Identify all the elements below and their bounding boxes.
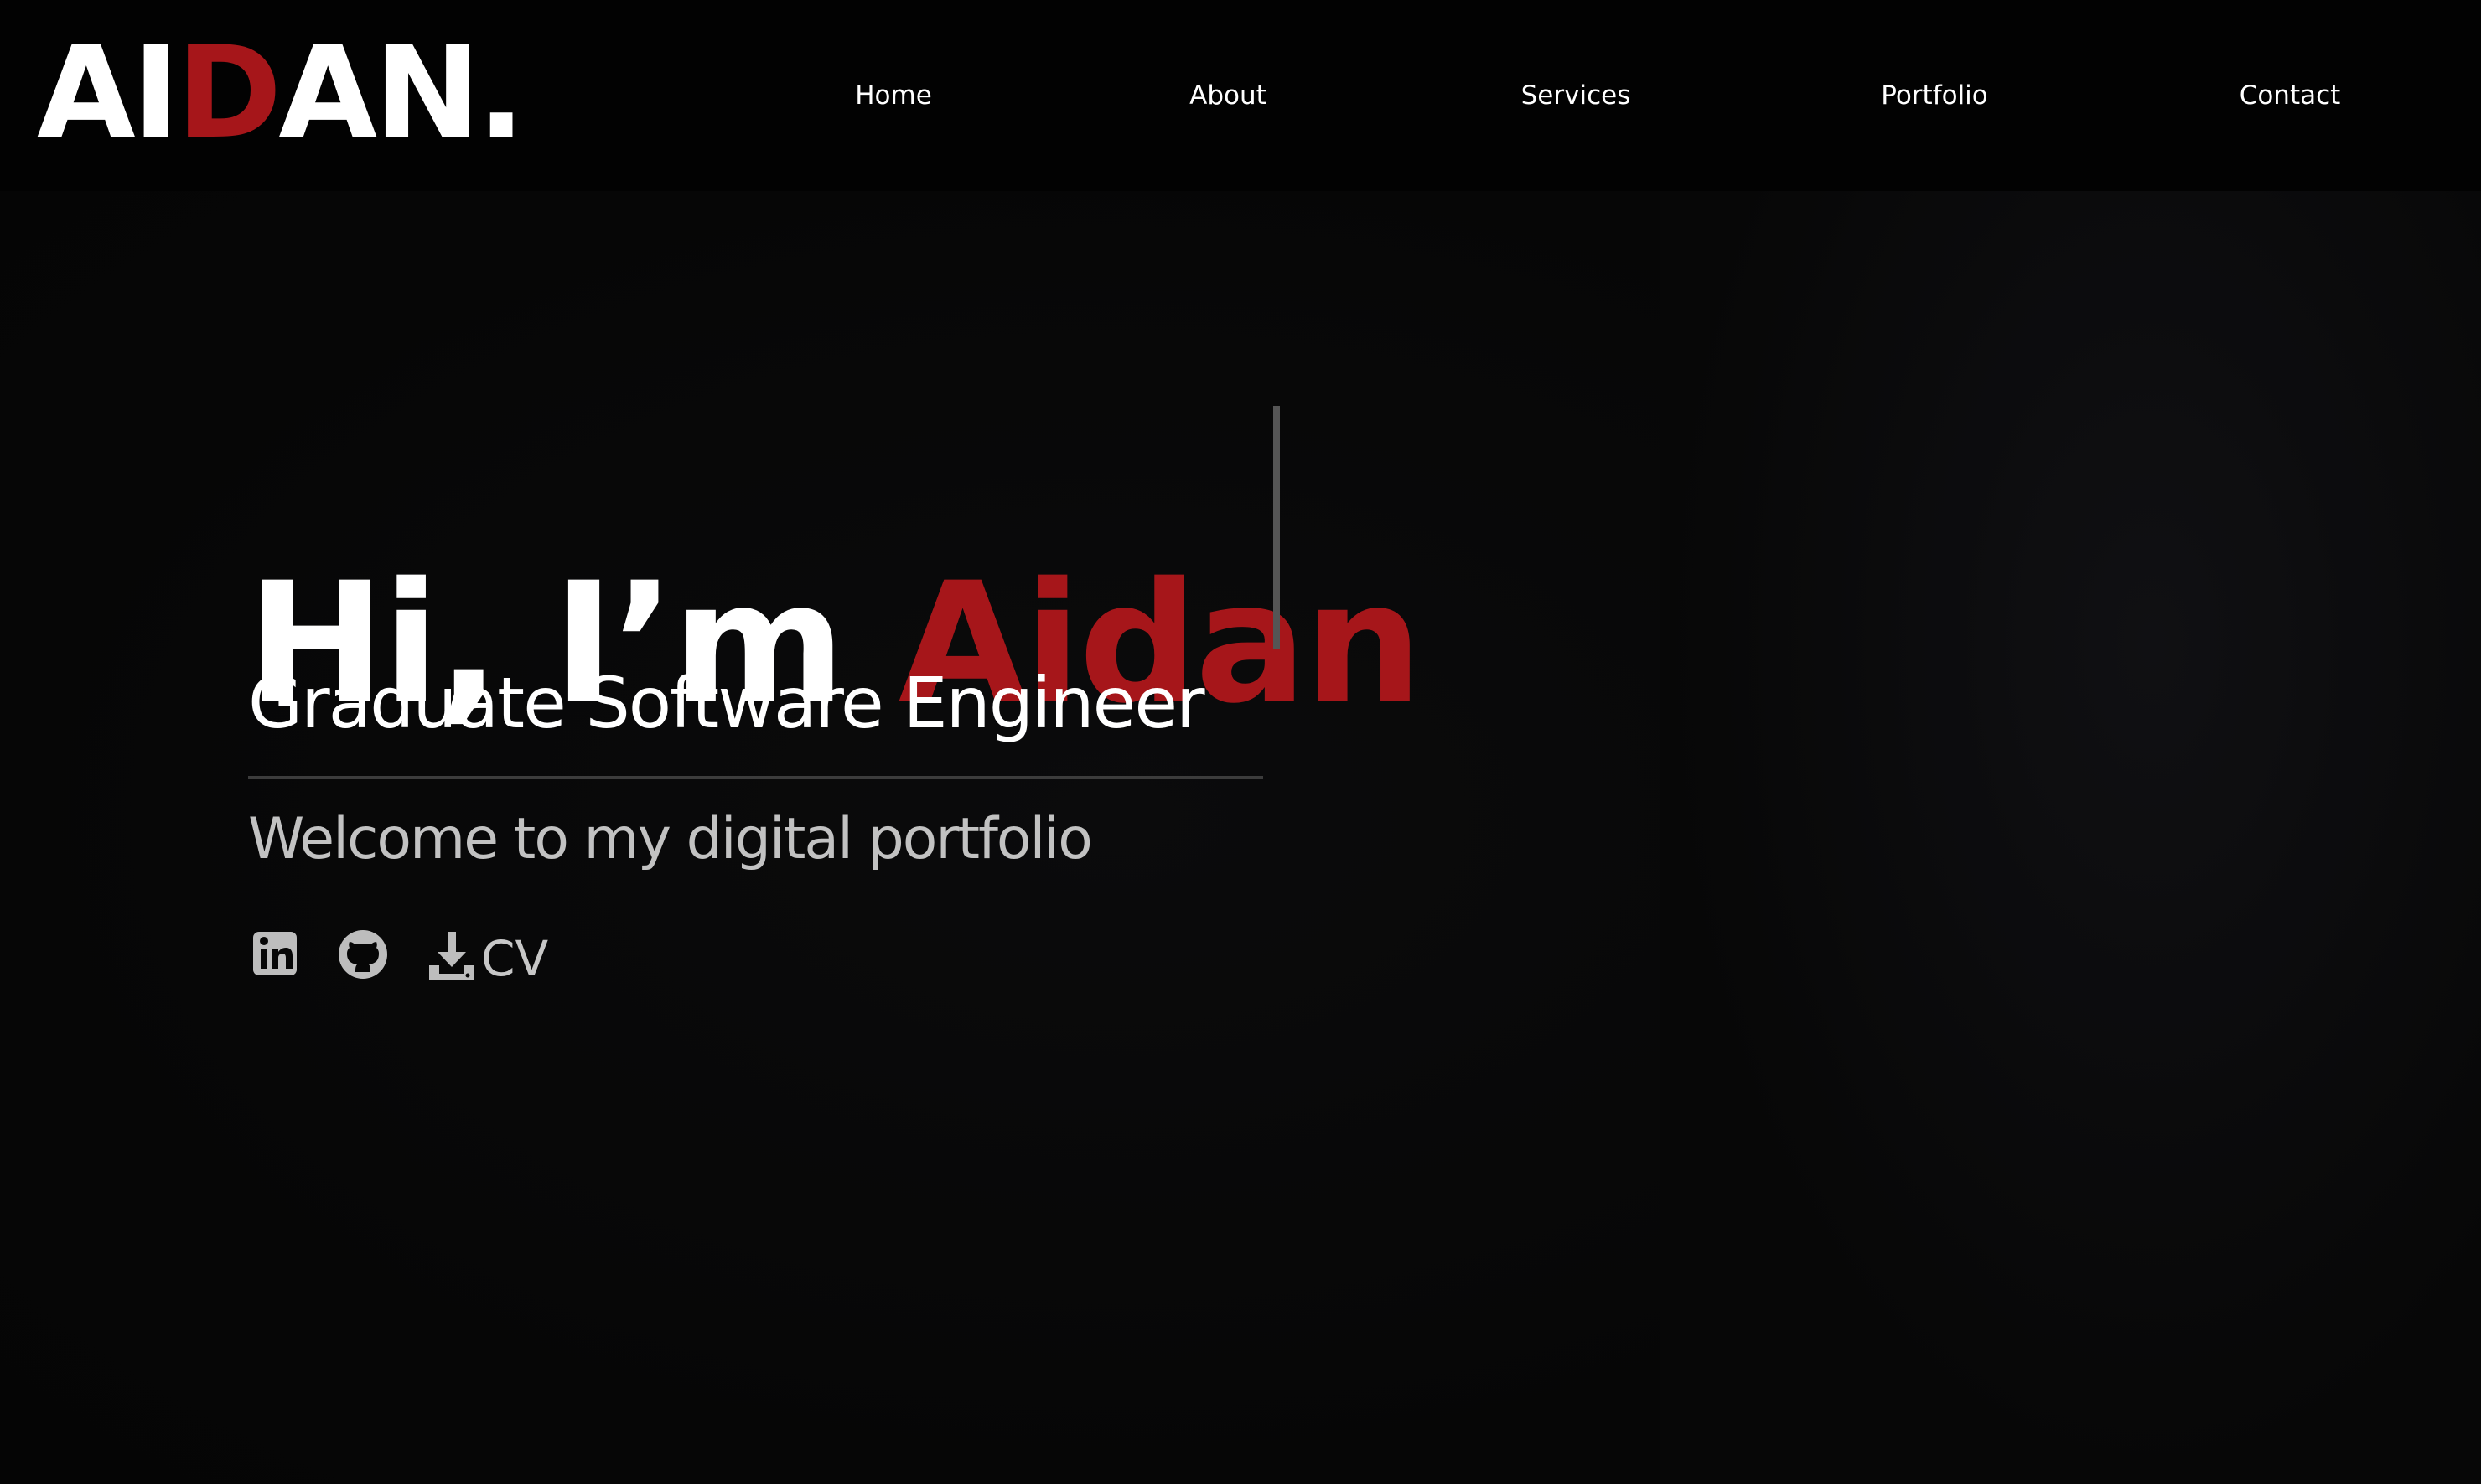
nav-link-about[interactable]: About xyxy=(1189,74,1266,117)
linkedin-icon xyxy=(253,932,297,975)
page: AIDAN. Home About Services Portfolio Con… xyxy=(0,0,2481,1484)
nav-link-services[interactable]: Services xyxy=(1521,74,1631,117)
cv-label: CV xyxy=(481,930,549,987)
navbar: AIDAN. Home About Services Portfolio Con… xyxy=(0,0,2481,191)
portrait-photo xyxy=(1660,191,2481,1484)
linkedin-link[interactable] xyxy=(251,928,302,989)
typing-caret xyxy=(1273,406,1280,649)
photo-background xyxy=(1660,191,2481,1484)
hero-tagline: Welcome to my digital portfolio xyxy=(248,806,1093,872)
hero-subtitle: Graduate Software Engineer xyxy=(248,662,1205,744)
github-icon xyxy=(339,930,387,979)
nav-link-contact[interactable]: Contact xyxy=(2240,74,2341,117)
github-link[interactable] xyxy=(337,928,391,989)
hero-divider xyxy=(248,776,1263,779)
nav-link-home[interactable]: Home xyxy=(855,74,932,117)
nav-menu: Home About Services Portfolio Contact xyxy=(0,74,2481,117)
download-icon xyxy=(429,932,474,980)
download-cv-link[interactable]: CV xyxy=(426,928,560,989)
nav-link-portfolio[interactable]: Portfolio xyxy=(1881,74,1988,117)
